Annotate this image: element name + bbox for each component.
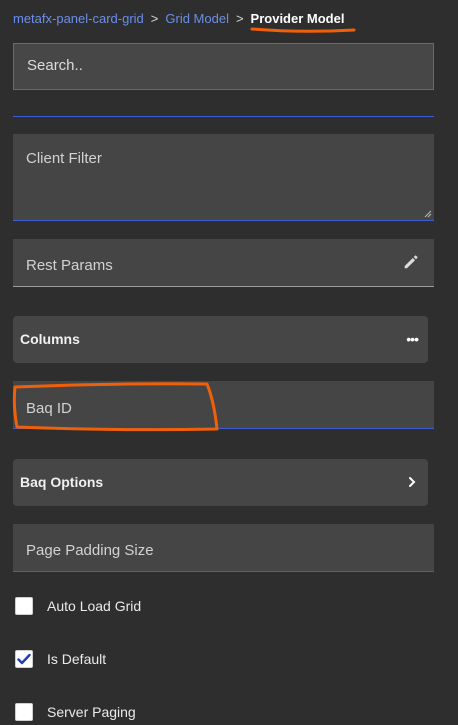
baq-options-section[interactable]: Baq Options: [13, 459, 428, 506]
auto-load-grid-checkbox[interactable]: [15, 597, 33, 615]
client-filter-label: Client Filter: [26, 150, 102, 167]
page-padding-size-label: Page Padding Size: [26, 542, 154, 559]
is-default-row[interactable]: Is Default: [15, 648, 106, 670]
more-horizontal-icon[interactable]: •••: [406, 332, 419, 346]
columns-title: Columns: [20, 331, 80, 347]
resize-grip-icon[interactable]: [424, 210, 432, 218]
breadcrumb-item-grid-model[interactable]: Grid Model: [165, 11, 229, 26]
chevron-right-icon: [409, 477, 416, 487]
server-paging-checkbox[interactable]: [15, 703, 33, 721]
breadcrumb-current-provider-model: Provider Model: [250, 10, 345, 26]
search-input[interactable]: Search..: [13, 43, 434, 90]
server-paging-label: Server Paging: [47, 704, 136, 720]
server-paging-row[interactable]: Server Paging: [15, 701, 136, 723]
search-placeholder: Search..: [27, 57, 83, 74]
baq-options-title: Baq Options: [20, 474, 104, 490]
is-default-label: Is Default: [47, 651, 107, 667]
annotation-underline: [250, 27, 356, 33]
annotation-box: [12, 382, 219, 432]
breadcrumb-separator: >: [235, 10, 244, 26]
rest-params-label: Rest Params: [26, 257, 113, 274]
divider-line: [13, 116, 434, 117]
checkmark-icon: [17, 653, 31, 665]
page-padding-size-field[interactable]: Page Padding Size: [13, 524, 434, 572]
auto-load-grid-row[interactable]: Auto Load Grid: [15, 595, 141, 617]
pencil-icon[interactable]: [402, 253, 420, 271]
breadcrumb-separator: >: [150, 10, 159, 26]
auto-load-grid-label: Auto Load Grid: [47, 598, 142, 614]
client-filter-textarea[interactable]: Client Filter: [13, 134, 434, 221]
columns-section[interactable]: Columns •••: [13, 316, 428, 363]
rest-params-field[interactable]: Rest Params: [13, 239, 434, 287]
breadcrumb-item-metafx-panel-card-grid[interactable]: metafx-panel-card-grid: [13, 11, 144, 26]
is-default-checkbox[interactable]: [15, 650, 33, 668]
